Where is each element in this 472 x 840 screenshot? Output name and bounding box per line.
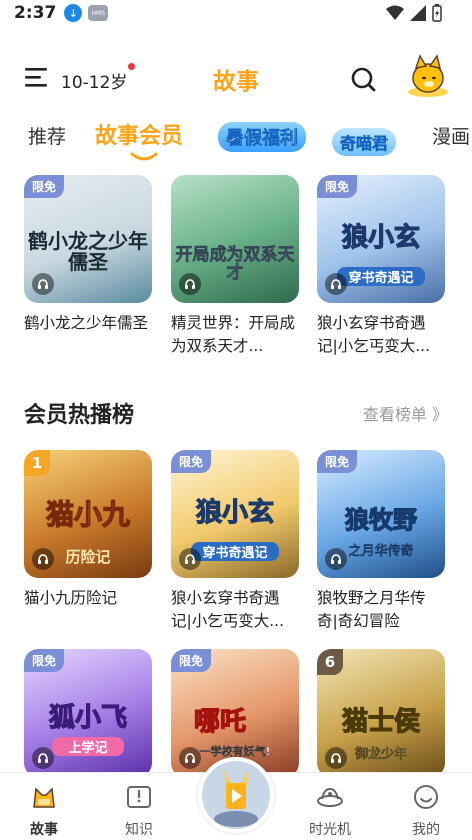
- tab-qimiaojun[interactable]: 奇喵君: [332, 128, 397, 156]
- story-title: 狼牧野之月华传奇|奇幻冒险: [317, 589, 426, 630]
- tab-story-member[interactable]: 故事会员: [95, 118, 183, 150]
- signal-icon: [410, 5, 426, 21]
- cover-title: 猫小九: [45, 498, 130, 531]
- view-ranking-link[interactable]: 查看榜单 》: [363, 401, 448, 425]
- download-icon: ↓: [64, 4, 83, 22]
- rank-card[interactable]: 狼小玄 穿书奇遇记 限免 狼小玄穿书奇遇记|小乞丐变大...: [171, 450, 299, 633]
- headphone-icon: [179, 747, 201, 769]
- cover-title: 猫士侯: [341, 707, 420, 737]
- nav-time-machine[interactable]: 时光机: [300, 783, 360, 839]
- now-playing-button[interactable]: [198, 757, 274, 833]
- story-cover[interactable]: 猫小九 历险记 1: [24, 450, 152, 578]
- story-title: 精灵世界：开局成为双系天才...: [171, 314, 296, 355]
- menu-icon[interactable]: [24, 64, 50, 90]
- status-bar: 2:37 ↓ HMS: [0, 0, 472, 26]
- tab-summer-benefits[interactable]: 暑假福利: [218, 122, 306, 152]
- headphone-icon: [325, 548, 347, 570]
- story-card[interactable]: 开局成为双系天才 精灵世界：开局成为双系天才...: [171, 175, 299, 358]
- nav-profile[interactable]: 我的: [396, 783, 456, 839]
- headphone-icon: [179, 273, 201, 295]
- story-title: 鹤小龙之少年儒圣: [24, 314, 149, 332]
- app-header: 10-12岁 故事: [0, 52, 472, 104]
- rank-card[interactable]: 狼牧野 之月华传奇 限免 狼牧野之月华传奇|奇幻冒险: [317, 450, 445, 633]
- story-cover[interactable]: 狼小玄 穿书奇遇记 限免: [171, 450, 299, 578]
- headphone-icon: [179, 548, 201, 570]
- cover-subtitle: 穿书奇遇记: [191, 542, 279, 561]
- rank-card[interactable]: 狐小飞 上学记 限免: [24, 649, 152, 777]
- nav-label: 我的: [412, 822, 440, 838]
- nav-label: 知识: [125, 822, 153, 838]
- book-icon: [127, 786, 151, 808]
- story-card[interactable]: 狼小玄 穿书奇遇记 限免 狼小玄穿书奇遇记|小乞丐变大...: [317, 175, 445, 358]
- cover-subtitle: 上学记: [52, 737, 124, 756]
- rank-card[interactable]: 猫小九 历险记 1 猫小九历险记: [24, 450, 152, 633]
- nav-story[interactable]: 故事: [14, 783, 74, 839]
- free-tag: 限免: [24, 649, 65, 672]
- nav-knowledge[interactable]: 知识: [109, 783, 169, 839]
- time-machine-icon: [317, 787, 343, 807]
- headphone-icon: [325, 273, 347, 295]
- mascot-avatar-icon[interactable]: [404, 54, 452, 98]
- wifi-icon: [386, 5, 404, 20]
- rank-badge: 6: [317, 649, 343, 675]
- free-tag: 限免: [171, 450, 212, 473]
- bottom-navigation: 故事 知识 时光机 我的: [0, 757, 472, 840]
- nav-label: 时光机: [309, 822, 351, 838]
- rank-card[interactable]: 猫士侯 御龙少年 6: [317, 649, 445, 777]
- section-title: 会员热播榜: [24, 403, 135, 428]
- story-cover[interactable]: 开局成为双系天才: [171, 175, 299, 303]
- story-cover[interactable]: 猫士侯 御龙少年 6: [317, 649, 445, 777]
- free-tag: 限免: [24, 175, 65, 198]
- cover-title: 狼牧野: [344, 506, 417, 534]
- story-title: 猫小九历险记: [24, 589, 118, 607]
- nav-label: 故事: [30, 822, 58, 838]
- free-tag: 限免: [171, 649, 212, 672]
- story-cover[interactable]: 狼牧野 之月华传奇 限免: [317, 450, 445, 578]
- status-time: 2:37: [14, 3, 57, 23]
- free-tag: 限免: [317, 175, 358, 198]
- story-cover[interactable]: 鹤小龙之少年儒圣 限免: [24, 175, 152, 303]
- search-icon[interactable]: [350, 66, 376, 92]
- story-title: 狼小玄穿书奇遇记|小乞丐变大...: [317, 314, 431, 355]
- cover-title: 哪吒: [193, 707, 246, 737]
- cover-title: 狼小玄: [195, 498, 274, 528]
- age-range-selector[interactable]: 10-12岁: [61, 68, 127, 93]
- notification-dot: [128, 63, 135, 70]
- cover-subtitle: 穿书奇遇记: [337, 267, 425, 286]
- story-cover[interactable]: 狐小飞 上学记 限免: [24, 649, 152, 777]
- free-tag: 限免: [317, 450, 358, 473]
- headphone-icon: [32, 548, 54, 570]
- active-tab-indicator: [130, 152, 158, 161]
- story-cover[interactable]: 狼小玄 穿书奇遇记 限免: [317, 175, 445, 303]
- story-card[interactable]: 鹤小龙之少年儒圣 限免 鹤小龙之少年儒圣: [24, 175, 152, 358]
- headphone-icon: [325, 747, 347, 769]
- hms-icon: HMS: [88, 5, 109, 21]
- cover-title: 狐小飞: [48, 703, 127, 733]
- tab-recommend[interactable]: 推荐: [28, 122, 66, 149]
- profile-icon: [414, 785, 438, 809]
- battery-icon: [432, 4, 442, 22]
- cover-title: 鹤小龙之少年儒圣: [28, 229, 148, 274]
- category-tabs: 推荐 故事会员 暑假福利 奇喵君 漫画: [0, 122, 472, 166]
- rank-badge: 1: [24, 450, 50, 476]
- play-icon: [202, 761, 270, 829]
- fox-story-icon: [33, 787, 55, 808]
- headphone-icon: [32, 747, 54, 769]
- cover-title: 狼小玄: [341, 223, 420, 253]
- headphone-icon: [32, 273, 54, 295]
- story-title: 狼小玄穿书奇遇记|小乞丐变大...: [171, 589, 285, 630]
- tab-comics[interactable]: 漫画: [432, 122, 470, 149]
